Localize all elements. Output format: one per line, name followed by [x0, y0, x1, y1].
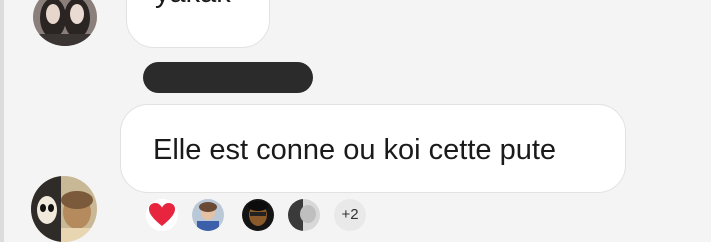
reactor-avatar[interactable]: [190, 197, 226, 233]
sender-avatar[interactable]: [33, 0, 97, 46]
message-bubble: Elle est conne ou koi cette pute: [120, 104, 626, 193]
reactor-avatar[interactable]: [286, 197, 322, 233]
message-text: Elle est conne ou koi cette pute: [153, 134, 557, 166]
message-text: yakak: [155, 0, 231, 8]
message-bubble: yakak: [126, 0, 270, 48]
reactor-avatar[interactable]: [240, 197, 276, 233]
left-border: [0, 0, 4, 242]
sender-avatar[interactable]: [31, 176, 97, 242]
heart-icon[interactable]: [144, 197, 180, 233]
redacted-sender-name: [143, 62, 313, 93]
more-reactions-count[interactable]: +2: [334, 199, 366, 231]
